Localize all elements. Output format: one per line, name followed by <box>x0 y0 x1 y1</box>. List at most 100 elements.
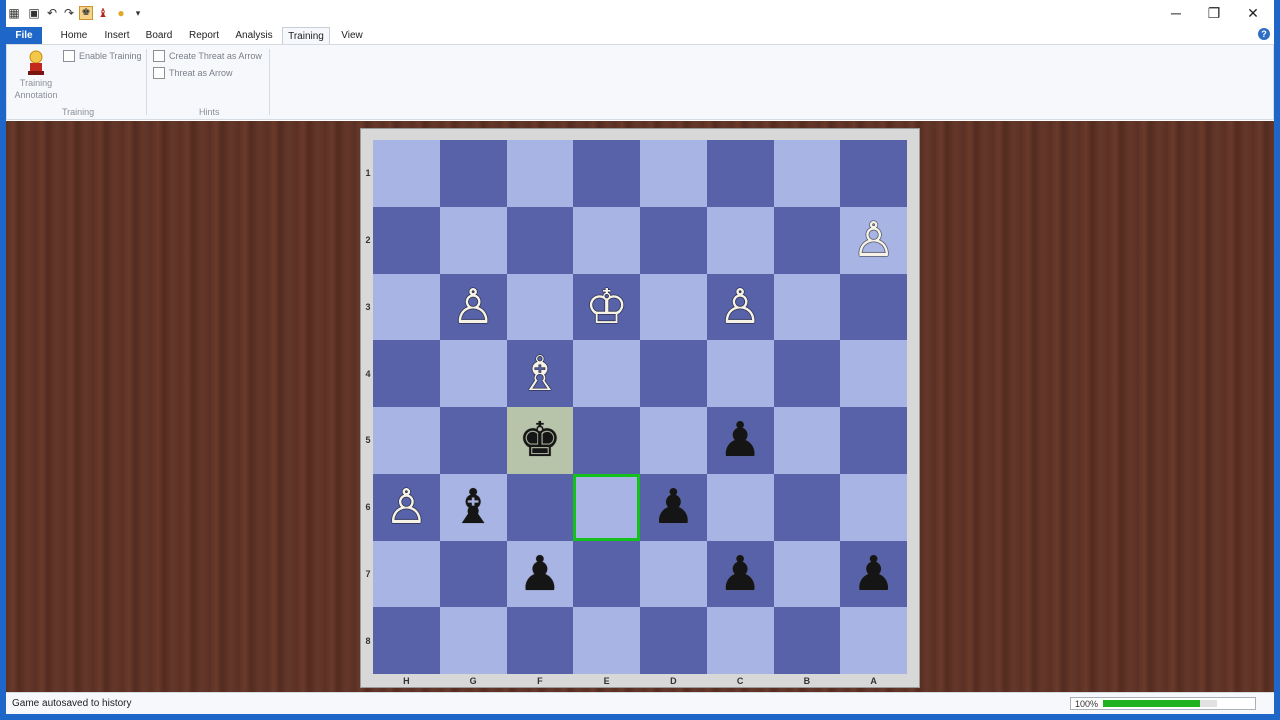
square-b7[interactable] <box>773 540 841 608</box>
close-button[interactable]: ✕ <box>1234 0 1272 26</box>
square-g6[interactable]: ♝ <box>439 473 507 541</box>
square-c2[interactable] <box>706 206 774 274</box>
checkbox-box[interactable] <box>63 50 75 62</box>
tab-home[interactable]: Home <box>52 27 96 44</box>
square-b2[interactable] <box>773 206 841 274</box>
restore-button[interactable]: ❐ <box>1195 0 1233 26</box>
piece-g6[interactable]: ♝ <box>452 483 495 531</box>
tab-analysis[interactable]: Analysis <box>228 27 280 44</box>
threat-arrow-checkbox[interactable]: Threat as Arrow <box>153 67 233 79</box>
square-a7[interactable]: ♟ <box>840 540 907 608</box>
square-h6[interactable]: ♙ <box>373 473 440 541</box>
square-b5[interactable] <box>773 407 841 474</box>
square-a6[interactable] <box>840 473 907 541</box>
tab-board[interactable]: Board <box>138 27 180 44</box>
square-e2[interactable] <box>573 206 640 274</box>
square-g4[interactable] <box>439 340 507 407</box>
zoom-control[interactable]: 100% <box>1070 697 1256 710</box>
square-g2[interactable] <box>439 206 507 274</box>
square-d6[interactable]: ♟ <box>640 473 707 541</box>
square-h8[interactable] <box>373 607 440 674</box>
create-threat-arrow-checkbox[interactable]: Create Threat as Arrow <box>153 50 262 62</box>
piece-f5[interactable]: ♚ <box>518 416 561 464</box>
square-d1[interactable] <box>640 140 707 207</box>
training-icon[interactable]: ♚ <box>79 6 93 20</box>
undo-icon[interactable]: ↶ <box>45 6 59 20</box>
square-b1[interactable] <box>773 140 841 207</box>
tab-report[interactable]: Report <box>180 27 228 44</box>
square-f4[interactable]: ♗ <box>506 340 574 407</box>
square-h7[interactable] <box>373 540 440 608</box>
square-c8[interactable] <box>706 607 774 674</box>
square-g3[interactable]: ♙ <box>439 273 507 341</box>
square-e5[interactable] <box>573 407 640 474</box>
enable-training-checkbox[interactable]: Enable Training <box>63 50 142 62</box>
square-c6[interactable] <box>706 473 774 541</box>
square-f3[interactable] <box>506 273 574 341</box>
square-c3[interactable]: ♙ <box>706 273 774 341</box>
square-d2[interactable] <box>640 206 707 274</box>
square-f7[interactable]: ♟ <box>506 540 574 608</box>
square-d3[interactable] <box>640 273 707 341</box>
chess-board[interactable]: ♙ ♙ ♔ ♙ ♗ ♚ ♟ ♙ ♝ ♟ ♟ ♟ ♟ <box>373 140 907 674</box>
square-b3[interactable] <box>773 273 841 341</box>
save-icon[interactable]: ▣ <box>27 6 41 20</box>
lightbulb-icon[interactable]: ● <box>114 6 128 20</box>
piece-a7[interactable]: ♟ <box>852 550 895 598</box>
square-c5[interactable]: ♟ <box>706 407 774 474</box>
square-c7[interactable]: ♟ <box>706 540 774 608</box>
piece-c5[interactable]: ♟ <box>719 416 762 464</box>
piece-g3[interactable]: ♙ <box>452 283 495 331</box>
square-d8[interactable] <box>640 607 707 674</box>
square-h5[interactable] <box>373 407 440 474</box>
piece-d6[interactable]: ♟ <box>652 483 695 531</box>
square-d7[interactable] <box>640 540 707 608</box>
tab-insert[interactable]: Insert <box>96 27 138 44</box>
square-a2[interactable]: ♙ <box>840 206 907 274</box>
square-a4[interactable] <box>840 340 907 407</box>
piece-c3[interactable]: ♙ <box>719 283 762 331</box>
square-a5[interactable] <box>840 407 907 474</box>
square-f1[interactable] <box>506 140 574 207</box>
square-e6[interactable] <box>573 473 640 541</box>
square-a1[interactable] <box>840 140 907 207</box>
square-e4[interactable] <box>573 340 640 407</box>
checkbox-box[interactable] <box>153 67 165 79</box>
tab-view[interactable]: View <box>332 27 372 44</box>
square-g5[interactable] <box>439 407 507 474</box>
piece-a2[interactable]: ♙ <box>852 216 895 264</box>
square-e8[interactable] <box>573 607 640 674</box>
tab-training[interactable]: Training <box>282 27 330 45</box>
square-f6[interactable] <box>506 473 574 541</box>
training-annotation-button[interactable]: Training Annotation <box>11 49 61 105</box>
square-c1[interactable] <box>706 140 774 207</box>
square-d5[interactable] <box>640 407 707 474</box>
square-d4[interactable] <box>640 340 707 407</box>
square-c4[interactable] <box>706 340 774 407</box>
annotation-icon[interactable]: ♝ <box>96 6 110 20</box>
tab-file[interactable]: File <box>6 27 42 44</box>
square-g1[interactable] <box>439 140 507 207</box>
square-g8[interactable] <box>439 607 507 674</box>
square-h1[interactable] <box>373 140 440 207</box>
square-g7[interactable] <box>439 540 507 608</box>
square-e1[interactable] <box>573 140 640 207</box>
help-icon[interactable]: ? <box>1258 28 1270 40</box>
piece-e3[interactable]: ♔ <box>585 283 628 331</box>
square-h2[interactable] <box>373 206 440 274</box>
dropdown-icon[interactable]: ▾ <box>131 6 145 20</box>
piece-h6[interactable]: ♙ <box>385 483 428 531</box>
square-a8[interactable] <box>840 607 907 674</box>
square-b8[interactable] <box>773 607 841 674</box>
square-b6[interactable] <box>773 473 841 541</box>
redo-icon[interactable]: ↷ <box>62 6 76 20</box>
square-a3[interactable] <box>840 273 907 341</box>
square-f2[interactable] <box>506 206 574 274</box>
checkbox-box[interactable] <box>153 50 165 62</box>
square-f5[interactable]: ♚ <box>506 407 574 474</box>
square-e7[interactable] <box>573 540 640 608</box>
square-b4[interactable] <box>773 340 841 407</box>
piece-f7[interactable]: ♟ <box>518 550 561 598</box>
board-icon[interactable]: ▦ <box>7 6 21 20</box>
piece-f4[interactable]: ♗ <box>518 350 561 398</box>
